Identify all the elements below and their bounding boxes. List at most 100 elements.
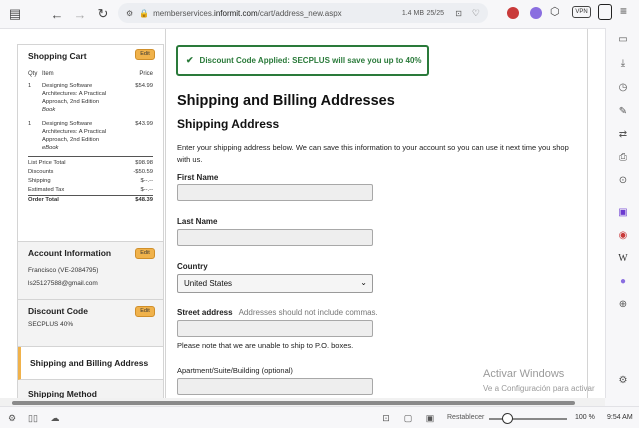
- page-title: Shipping and Billing Addresses: [177, 93, 395, 109]
- print-icon[interactable]: ⎙: [616, 150, 630, 164]
- cart-item-title: Designing Software Architectures: A Prac…: [42, 121, 107, 143]
- history-icon[interactable]: ◷: [616, 80, 630, 94]
- wallet-icon[interactable]: [598, 4, 612, 20]
- capture-icon[interactable]: ⊡: [380, 412, 392, 424]
- apartment-input[interactable]: [177, 378, 373, 395]
- cart-edit-button[interactable]: Edit: [135, 49, 155, 60]
- extension-cube-icon[interactable]: ⬡: [550, 5, 560, 18]
- cart-item-details: Designing Software Architectures: A Prac…: [42, 82, 128, 114]
- street-address-input[interactable]: [177, 320, 373, 337]
- add-panel-icon[interactable]: ⊕: [616, 297, 630, 311]
- tiling-icon[interactable]: ▢: [402, 412, 414, 424]
- step-shipping-billing[interactable]: Shipping and Billing Address: [18, 347, 163, 380]
- zoom-reset-button[interactable]: Restablecer: [447, 414, 484, 421]
- checkmark-icon: ✔: [186, 55, 194, 65]
- discount-code-value: SECPLUS 40%: [28, 321, 74, 328]
- sync-cloud-icon[interactable]: ☁: [49, 412, 61, 424]
- wikipedia-icon[interactable]: W: [616, 251, 630, 265]
- last-name-input[interactable]: [177, 229, 373, 246]
- cart-item-details: Designing Software Architectures: A Prac…: [42, 120, 128, 152]
- first-name-input[interactable]: [177, 184, 373, 201]
- country-select[interactable]: United States ⌄: [177, 274, 373, 293]
- clock: 9:54 AM: [607, 414, 633, 421]
- shopping-cart-panel: Shopping Cart Edit Qty Item Price 1 Desi…: [18, 45, 163, 242]
- favorite-heart-icon[interactable]: ♡: [472, 8, 480, 19]
- cart-item: 1 Designing Software Architectures: A Pr…: [28, 82, 153, 114]
- bookmark-add-icon[interactable]: ⊡: [455, 9, 462, 18]
- apartment-label: Apartment/Suite/Building (optional): [177, 366, 293, 375]
- account-edit-button[interactable]: Edit: [135, 248, 155, 259]
- tax-label: Estimated Tax: [28, 187, 65, 193]
- discounts-label: Discounts: [28, 169, 54, 175]
- shipping-label: Shipping: [28, 178, 51, 184]
- download-icon[interactable]: ⤓: [616, 56, 630, 70]
- cart-item-title: Designing Software Architectures: A Prac…: [42, 83, 107, 105]
- sidebar-toggle-icon[interactable]: ▤: [6, 5, 24, 23]
- windows-watermark-title: Activar Windows: [483, 368, 565, 380]
- lock-icon: 🔒: [139, 8, 150, 18]
- street-address-label-text: Street address: [177, 308, 233, 317]
- tab-counter: 25/25: [426, 9, 444, 17]
- cart-col-item: Item: [42, 71, 54, 77]
- page-icon[interactable]: ▭: [616, 32, 630, 46]
- translate-icon[interactable]: ⇄: [616, 127, 630, 141]
- chevron-down-icon: ⌄: [360, 278, 367, 287]
- browser-toolbar: ▤ ← → ↻ ⚙ 🔒 memberservices. informit.com /…: [0, 0, 639, 28]
- notes-icon[interactable]: ✎: [616, 104, 630, 118]
- step-shipping-method-label: Shipping Method: [28, 389, 97, 398]
- step-shipping-method[interactable]: Shipping Method: [18, 380, 163, 398]
- street-address-label: Street address Addresses should not inclu…: [177, 308, 378, 317]
- extension-ai-icon[interactable]: [530, 7, 542, 19]
- reload-icon[interactable]: ↻: [94, 5, 112, 23]
- assistant-icon[interactable]: ●: [616, 274, 630, 288]
- account-details: Francisco (VE-2084795) ls25127588@gmail.…: [28, 264, 153, 290]
- url-prefix: memberservices.: [153, 8, 215, 18]
- cart-col-qty: Qty: [28, 71, 38, 77]
- step-shipping-billing-label: Shipping and Billing Address: [30, 358, 149, 368]
- address-bar[interactable]: ⚙ 🔒 memberservices. informit.com/cart/add…: [118, 3, 488, 23]
- discounts-row: Discounts -$50.59: [28, 168, 153, 177]
- vivaldi-icon[interactable]: ◉: [616, 228, 630, 242]
- section-title: Shipping Address: [177, 117, 280, 131]
- cart-item-price: $43.99: [135, 121, 153, 127]
- back-icon[interactable]: ←: [48, 5, 66, 23]
- discount-code-panel: Discount Code Edit SECPLUS 40%: [18, 300, 163, 347]
- settings-icon[interactable]: ⚙: [616, 373, 630, 387]
- screenshot-icon[interactable]: ⊙: [616, 173, 630, 187]
- shipping-value: $--.--: [140, 178, 153, 184]
- vpn-button[interactable]: VPN: [572, 6, 591, 18]
- page-content: Shopping Cart Edit Qty Item Price 1 Desi…: [0, 28, 605, 398]
- menu-icon[interactable]: ≡: [620, 4, 627, 18]
- country-selected-value: United States: [184, 279, 233, 288]
- settings-gear-icon[interactable]: ⚙: [6, 412, 18, 424]
- list-price-label: List Price Total: [28, 160, 66, 166]
- discounts-value: -$50.59: [133, 169, 153, 175]
- images-icon[interactable]: ▣: [424, 412, 436, 424]
- forward-icon[interactable]: →: [71, 5, 89, 23]
- account-name: Francisco (VE-2084795): [28, 267, 99, 274]
- zoom-slider-track[interactable]: [489, 418, 567, 420]
- mastodon-icon[interactable]: ▣: [616, 205, 630, 219]
- zoom-slider-knob[interactable]: [502, 413, 513, 424]
- cart-item-price: $54.99: [135, 83, 153, 89]
- status-bar: ⚙ ▯▯ ☁ ⊡ ▢ ▣ Restablecer 100 % 9:54 AM: [0, 406, 639, 428]
- horizontal-scrollbar-thumb[interactable]: [12, 401, 575, 405]
- site-info-icon[interactable]: ⚙: [126, 9, 133, 18]
- zoom-level: 100 %: [575, 414, 595, 421]
- cart-totals: List Price Total $98.98 Discounts -$50.5…: [28, 156, 153, 205]
- po-box-note: Please note that we are unable to ship t…: [177, 341, 354, 350]
- tax-row: Estimated Tax $--.--: [28, 186, 153, 195]
- account-info-panel: Account Information Edit Francisco (VE-2…: [18, 242, 163, 300]
- cart-header-row: Qty Item Price: [28, 71, 153, 77]
- panel-toggle-icon[interactable]: ▯▯: [27, 412, 39, 424]
- cart-col-price: Price: [139, 71, 153, 77]
- extension-shield-icon[interactable]: [507, 7, 519, 19]
- address-form-panel: ✔ Discount Code Applied: SECPLUS will sa…: [165, 29, 588, 398]
- order-total-value: $48.39: [135, 197, 153, 203]
- shipping-row: Shipping $--.--: [28, 177, 153, 186]
- windows-watermark-subtitle: Ve a Configuración para activar: [483, 384, 595, 393]
- checkout-sidebar: Shopping Cart Edit Qty Item Price 1 Desi…: [17, 44, 164, 398]
- discount-edit-button[interactable]: Edit: [135, 306, 155, 317]
- page-size: 1.4 MB: [401, 9, 424, 17]
- cart-item: 1 Designing Software Architectures: A Pr…: [28, 120, 153, 152]
